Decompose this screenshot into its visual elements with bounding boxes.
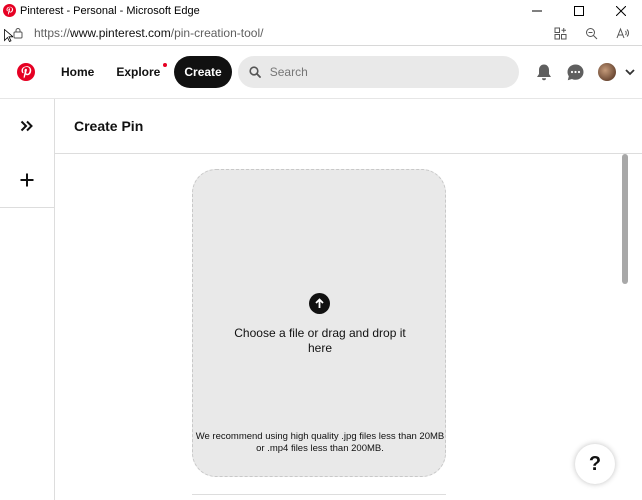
page-header: Create Pin	[55, 99, 642, 154]
double-chevron-right-icon	[20, 120, 33, 132]
messages-button[interactable]	[565, 61, 587, 83]
upload-button[interactable]	[309, 293, 330, 314]
window-title: Pinterest - Personal - Microsoft Edge	[20, 4, 200, 17]
explore-label: Explore	[116, 65, 161, 79]
close-window-button[interactable]	[600, 0, 642, 21]
file-dropzone[interactable]: Choose a file or drag and drop it here W…	[192, 169, 446, 477]
address-bar: https://www.pinterest.com/pin-creation-t…	[0, 21, 642, 46]
read-aloud-icon	[616, 27, 629, 38]
lock-icon[interactable]	[12, 27, 24, 39]
recommend-line-1: We recommend using high quality .jpg fil…	[195, 431, 445, 442]
plus-icon	[20, 173, 34, 187]
maximize-button[interactable]	[558, 0, 600, 21]
url-host: www.pinterest.com	[70, 26, 171, 40]
maximize-icon	[574, 5, 584, 16]
search-input[interactable]	[267, 64, 502, 80]
window-titlebar: Pinterest - Personal - Microsoft Edge	[0, 0, 642, 21]
search-bar[interactable]	[237, 56, 519, 88]
help-button[interactable]: ?	[575, 444, 615, 484]
choose-file-text: Choose a file or drag and drop it here	[234, 326, 406, 355]
file-recommendation: We recommend using high quality .jpg fil…	[193, 431, 447, 455]
pinterest-logo-icon[interactable]	[17, 63, 35, 81]
section-divider	[192, 494, 446, 495]
expand-sidebar-button[interactable]	[0, 99, 54, 153]
avatar[interactable]	[597, 63, 616, 81]
notifications-button[interactable]	[533, 61, 555, 83]
url-scheme: https://	[34, 26, 71, 40]
add-draft-button[interactable]	[0, 153, 54, 207]
url-field[interactable]: https://www.pinterest.com/pin-creation-t…	[34, 26, 549, 40]
chat-bubble-icon	[567, 64, 584, 80]
zoom-out-icon	[585, 27, 597, 39]
create-button[interactable]: Create	[174, 56, 232, 88]
rail-divider	[0, 207, 54, 208]
home-link[interactable]: Home	[53, 65, 102, 79]
chevron-down-icon[interactable]	[624, 66, 636, 78]
minimize-icon	[532, 10, 542, 11]
page-title: Create Pin	[74, 118, 144, 134]
recommend-line-2: or .mp4 files less than 200MB.	[256, 443, 384, 454]
close-icon	[616, 5, 626, 16]
apps-icon	[554, 27, 566, 39]
read-aloud-button[interactable]	[611, 22, 633, 44]
bell-icon	[536, 64, 551, 80]
arrow-up-icon	[315, 298, 324, 308]
left-rail	[0, 99, 55, 500]
search-icon	[249, 66, 261, 78]
site-header: Home Explore Create	[0, 46, 642, 99]
mouse-cursor-icon	[4, 29, 13, 42]
url-path: /pin-creation-tool/	[170, 26, 264, 40]
notification-dot	[163, 63, 168, 67]
app-available-button[interactable]	[549, 22, 571, 44]
scrollbar-thumb[interactable]	[622, 154, 628, 284]
pinterest-app-icon	[3, 4, 16, 17]
zoom-button[interactable]	[580, 22, 602, 44]
minimize-button[interactable]	[516, 0, 558, 21]
explore-link[interactable]: Explore	[108, 63, 168, 79]
